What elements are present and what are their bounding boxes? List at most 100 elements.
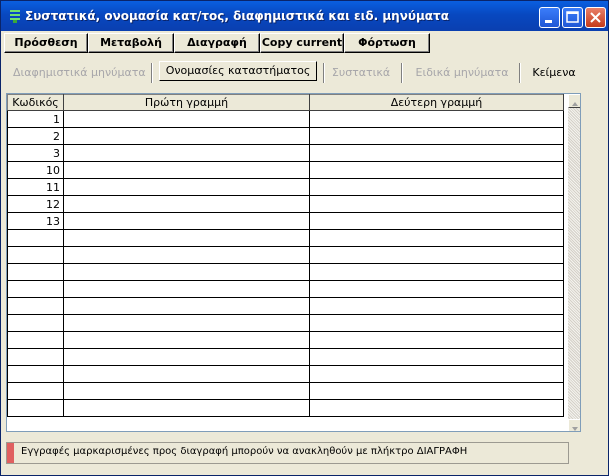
code-cell[interactable] xyxy=(7,365,64,383)
second-line-cell[interactable] xyxy=(309,314,564,332)
first-line-cell[interactable] xyxy=(63,365,310,383)
first-line-cell[interactable] xyxy=(63,246,310,264)
second-line-cell[interactable] xyxy=(309,382,564,400)
code-cell[interactable]: 1 xyxy=(7,110,64,128)
table-row[interactable] xyxy=(7,246,564,264)
add-button[interactable]: Πρόσθεση xyxy=(4,33,88,53)
copy-current-button[interactable]: Copy current xyxy=(260,33,344,53)
second-line-cell[interactable] xyxy=(309,178,564,196)
table-row[interactable]: 2 xyxy=(7,127,564,145)
first-line-cell[interactable] xyxy=(63,280,310,298)
scroll-down-button[interactable] xyxy=(568,419,580,431)
first-line-cell[interactable] xyxy=(63,195,310,213)
first-line-cell[interactable] xyxy=(63,229,310,247)
table-row[interactable]: 1 xyxy=(7,110,564,128)
code-cell[interactable] xyxy=(7,331,64,349)
code-cell[interactable]: 13 xyxy=(7,212,64,230)
table-row[interactable]: 12 xyxy=(7,195,564,213)
table-row[interactable]: 13 xyxy=(7,212,564,230)
code-cell[interactable] xyxy=(7,263,64,281)
table-row[interactable] xyxy=(7,314,564,332)
table-row[interactable] xyxy=(7,263,564,281)
window-title: Συστατικά, ονομασία κατ/τος, διαφημιστικ… xyxy=(25,9,449,23)
first-line-cell[interactable] xyxy=(63,263,310,281)
second-line-cell[interactable] xyxy=(309,161,564,179)
first-line-cell[interactable] xyxy=(63,178,310,196)
second-line-cell[interactable] xyxy=(309,348,564,366)
tab-ingredients[interactable]: Συστατικά xyxy=(327,62,395,84)
second-line-cell[interactable] xyxy=(309,127,564,145)
column-header-second-line[interactable]: Δεύτερη γραμμή xyxy=(309,94,564,111)
second-line-cell[interactable] xyxy=(309,110,564,128)
code-cell[interactable]: 10 xyxy=(7,161,64,179)
status-bar: Εγγραφές μαρκαρισμένες προς διαγραφή μπο… xyxy=(6,442,569,464)
second-line-cell[interactable] xyxy=(309,229,564,247)
table-row[interactable] xyxy=(7,348,564,366)
table-row[interactable] xyxy=(7,229,564,247)
code-cell[interactable] xyxy=(7,297,64,315)
menu-lines-icon xyxy=(10,10,20,23)
first-line-cell[interactable] xyxy=(63,331,310,349)
first-line-cell[interactable] xyxy=(63,348,310,366)
vertical-scrollbar[interactable] xyxy=(568,94,580,431)
code-cell[interactable] xyxy=(7,399,64,417)
first-line-cell[interactable] xyxy=(63,212,310,230)
close-button[interactable] xyxy=(585,7,606,28)
tab-store-names[interactable]: Ονομασίες καταστήματος xyxy=(159,61,317,81)
table-row[interactable] xyxy=(7,399,564,417)
first-line-cell[interactable] xyxy=(63,297,310,315)
second-line-cell[interactable] xyxy=(309,263,564,281)
column-header-code[interactable]: Κωδικός xyxy=(7,94,64,111)
table-row[interactable]: 10 xyxy=(7,161,564,179)
scroll-up-button[interactable] xyxy=(568,94,580,108)
tab-ads[interactable]: Διαφημιστικά μηνύματα xyxy=(13,62,146,84)
second-line-cell[interactable] xyxy=(309,399,564,417)
code-cell[interactable]: 12 xyxy=(7,195,64,213)
close-icon xyxy=(590,12,601,23)
table-row[interactable] xyxy=(7,365,564,383)
column-header-first-line[interactable]: Πρώτη γραμμή xyxy=(63,94,310,111)
table-row[interactable] xyxy=(7,297,564,315)
code-cell[interactable] xyxy=(7,348,64,366)
first-line-cell[interactable] xyxy=(63,110,310,128)
status-indicator xyxy=(7,443,14,463)
scroll-track[interactable] xyxy=(568,108,580,419)
minimize-button[interactable] xyxy=(539,7,560,28)
code-cell[interactable]: 3 xyxy=(7,144,64,162)
title-bar[interactable]: Συστατικά, ονομασία κατ/τος, διαφημιστικ… xyxy=(1,1,608,31)
tab-strip: Διαφημιστικά μηνύματα Ονομασίες καταστήμ… xyxy=(1,59,608,87)
first-line-cell[interactable] xyxy=(63,399,310,417)
table-row[interactable] xyxy=(7,280,564,298)
second-line-cell[interactable] xyxy=(309,195,564,213)
code-cell[interactable] xyxy=(7,229,64,247)
first-line-cell[interactable] xyxy=(63,161,310,179)
first-line-cell[interactable] xyxy=(63,127,310,145)
table-row[interactable]: 11 xyxy=(7,178,564,196)
data-grid[interactable]: Κωδικός Πρώτη γραμμή Δεύτερη γραμμή 1231… xyxy=(6,93,581,432)
second-line-cell[interactable] xyxy=(309,144,564,162)
second-line-cell[interactable] xyxy=(309,365,564,383)
code-cell[interactable] xyxy=(7,314,64,332)
code-cell[interactable] xyxy=(7,246,64,264)
code-cell[interactable]: 2 xyxy=(7,127,64,145)
table-row[interactable] xyxy=(7,382,564,400)
code-cell[interactable] xyxy=(7,382,64,400)
modify-button[interactable]: Μεταβολή xyxy=(88,33,174,53)
tab-texts[interactable]: Κείμενα xyxy=(527,62,581,84)
second-line-cell[interactable] xyxy=(309,331,564,349)
code-cell[interactable] xyxy=(7,280,64,298)
first-line-cell[interactable] xyxy=(63,144,310,162)
first-line-cell[interactable] xyxy=(63,382,310,400)
table-row[interactable] xyxy=(7,331,564,349)
code-cell[interactable]: 11 xyxy=(7,178,64,196)
maximize-button[interactable] xyxy=(562,7,583,28)
second-line-cell[interactable] xyxy=(309,246,564,264)
first-line-cell[interactable] xyxy=(63,314,310,332)
load-button[interactable]: Φόρτωση xyxy=(344,33,430,53)
second-line-cell[interactable] xyxy=(309,280,564,298)
second-line-cell[interactable] xyxy=(309,297,564,315)
delete-button[interactable]: Διαγραφή xyxy=(174,33,260,53)
table-row[interactable]: 3 xyxy=(7,144,564,162)
second-line-cell[interactable] xyxy=(309,212,564,230)
tab-special-messages[interactable]: Ειδικά μηνύματα xyxy=(409,62,515,84)
